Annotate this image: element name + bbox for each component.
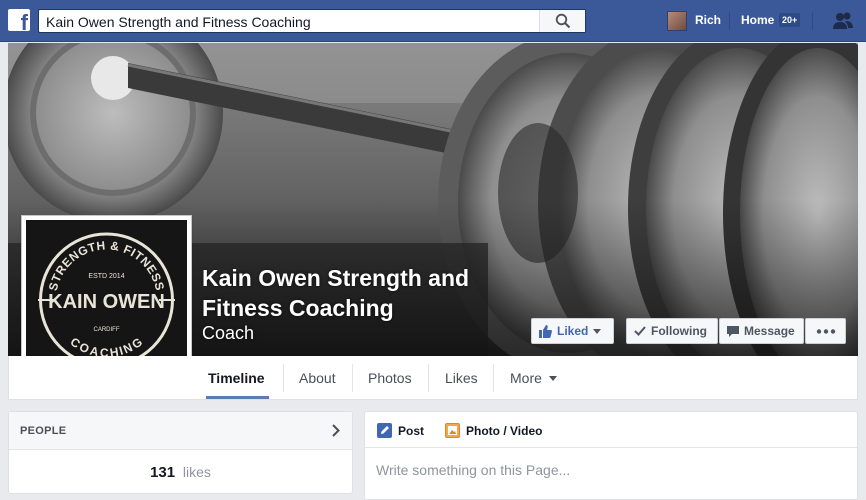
composer-text-input[interactable]: Write something on this Page... — [376, 462, 570, 478]
message-icon — [727, 325, 739, 337]
user-profile-link[interactable]: Rich — [695, 13, 721, 27]
search-input[interactable]: Kain Owen Strength and Fitness Coaching — [38, 9, 586, 33]
page-title: Kain Owen Strength and Fitness Coaching — [202, 265, 470, 321]
post-tab[interactable]: Post — [377, 423, 424, 438]
svg-text:CARDIFF: CARDIFF — [94, 327, 120, 333]
likes-suffix: likes — [182, 464, 211, 480]
facebook-logo[interactable]: f — [8, 9, 30, 31]
svg-text:STRENGTH & FITNESS: STRENGTH & FITNESS — [46, 238, 167, 292]
ellipsis-icon — [816, 328, 835, 334]
tab-likes[interactable]: Likes — [445, 370, 478, 386]
page-tab-bar: Timeline About Photos Likes More — [8, 356, 858, 400]
tab-more[interactable]: More — [510, 370, 557, 386]
people-card: PEOPLE 131 likes — [8, 411, 353, 494]
post-composer: Post Photo / Video Write something on th… — [364, 411, 858, 500]
chevron-right-icon[interactable] — [332, 424, 340, 437]
tab-photos[interactable]: Photos — [368, 370, 412, 386]
top-navigation-bar: f Kain Owen Strength and Fitness Coachin… — [0, 0, 866, 42]
tab-divider — [428, 364, 429, 392]
thumbs-up-icon — [539, 324, 552, 338]
home-link[interactable]: Home — [741, 13, 774, 27]
following-button[interactable]: Following — [626, 318, 718, 344]
tab-about[interactable]: About — [299, 370, 336, 386]
tab-divider — [493, 364, 494, 392]
liked-button[interactable]: Liked — [531, 318, 614, 344]
home-badge: 20+ — [779, 13, 801, 27]
pencil-icon — [377, 423, 392, 438]
search-value: Kain Owen Strength and Fitness Coaching — [46, 14, 311, 30]
tab-divider — [283, 364, 284, 392]
photo-video-label: Photo / Video — [466, 423, 543, 438]
people-title: PEOPLE — [20, 425, 67, 437]
svg-text:KAIN OWEN: KAIN OWEN — [48, 291, 165, 313]
message-button[interactable]: Message — [719, 318, 804, 344]
liked-label: Liked — [557, 324, 589, 338]
following-label: Following — [651, 324, 707, 338]
svg-text:ESTD 2014: ESTD 2014 — [88, 273, 124, 280]
active-tab-indicator — [206, 396, 269, 399]
user-avatar[interactable] — [667, 11, 687, 31]
photo-video-tab[interactable]: Photo / Video — [445, 423, 542, 438]
search-icon — [555, 13, 571, 29]
likes-count[interactable]: 131 likes — [9, 464, 352, 481]
search-button[interactable] — [539, 10, 585, 32]
likes-number: 131 — [150, 464, 176, 481]
more-actions-button[interactable] — [805, 318, 846, 344]
tab-timeline[interactable]: Timeline — [208, 370, 265, 386]
composer-tabs: Post Photo / Video — [365, 412, 857, 448]
check-icon — [634, 326, 646, 336]
photo-icon — [445, 423, 460, 438]
chevron-down-icon — [593, 328, 602, 334]
tab-divider — [352, 364, 353, 392]
nav-divider — [812, 12, 813, 30]
people-header[interactable]: PEOPLE — [9, 412, 352, 450]
nav-divider — [729, 12, 730, 30]
post-tab-label: Post — [398, 423, 425, 438]
page-category: Coach — [202, 323, 255, 343]
tab-more-label: More — [510, 370, 542, 386]
chevron-down-icon — [548, 376, 557, 381]
friend-requests-icon[interactable] — [832, 11, 854, 31]
message-label: Message — [744, 324, 795, 338]
